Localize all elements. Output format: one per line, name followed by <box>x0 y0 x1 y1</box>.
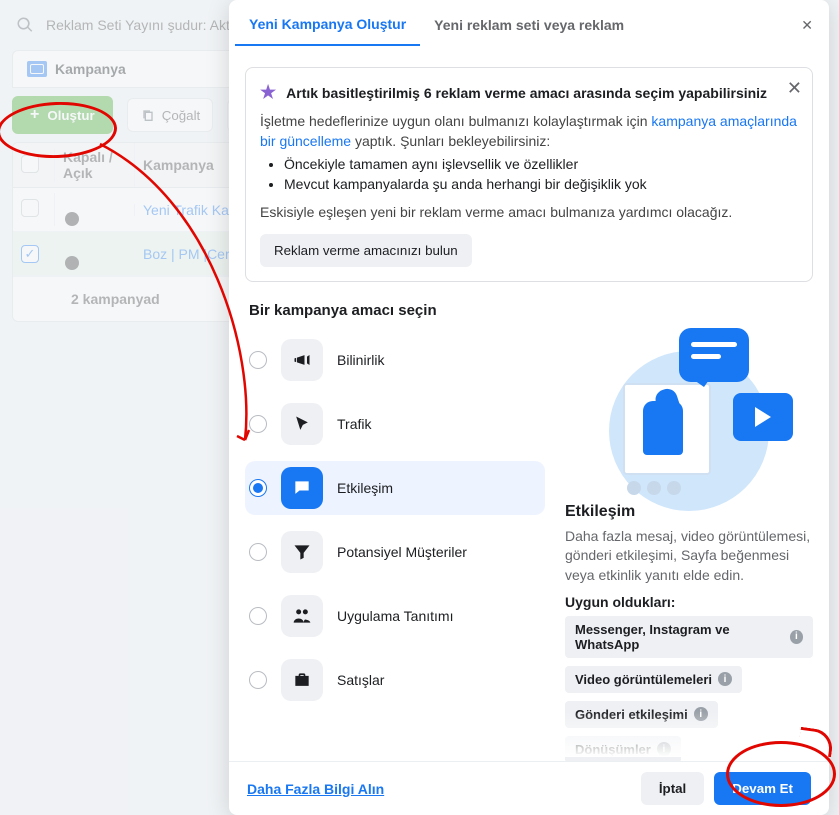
objective-awareness[interactable]: Bilinirlik <box>245 333 545 387</box>
banner-title: Artık basitleştirilmiş 6 reklam verme am… <box>286 85 767 101</box>
learn-more-link[interactable]: Daha Fazla Bilgi Alın <box>247 781 384 797</box>
objective-app[interactable]: Uygulama Tanıtımı <box>245 589 545 643</box>
chip: Dönüşümleri <box>565 736 681 761</box>
continue-button[interactable]: Devam Et <box>714 772 811 805</box>
goodfor-label: Uygun oldukları: <box>565 594 813 610</box>
chat-icon <box>292 478 312 498</box>
objective-label: Potansiyel Müşteriler <box>337 544 467 560</box>
list-item: Mevcut kampanyalarda şu anda herhangi bi… <box>284 176 798 192</box>
megaphone-icon <box>292 350 312 370</box>
info-icon[interactable]: i <box>657 742 671 756</box>
objective-engagement[interactable]: Etkileşim <box>245 461 545 515</box>
radio[interactable] <box>249 479 267 497</box>
info-icon[interactable]: i <box>718 672 732 686</box>
banner-text: İşletme hedeflerinize uygun olanı bulman… <box>260 111 798 152</box>
goodfor-chips: Messenger, Instagram ve WhatsAppi Video … <box>565 616 813 761</box>
objective-sales[interactable]: Satışlar <box>245 653 545 707</box>
close-icon[interactable]: ✕ <box>791 7 823 44</box>
banner-list: Öncekiyle tamamen aynı işlevsellik ve öz… <box>284 156 798 192</box>
chip: Gönderi etkileşimii <box>565 701 718 728</box>
people-icon <box>292 606 312 626</box>
section-title: Bir kampanya amacı seçin <box>249 302 813 319</box>
objective-leads[interactable]: Potansiyel Müşteriler <box>245 525 545 579</box>
info-banner: ✕ ★ Artık basitleştirilmiş 6 reklam verm… <box>245 67 813 282</box>
tab-new-campaign[interactable]: Yeni Kampanya Oluştur <box>235 4 420 46</box>
radio[interactable] <box>249 543 267 561</box>
modal-header: Yeni Kampanya Oluştur Yeni reklam seti v… <box>229 0 829 51</box>
briefcase-icon <box>292 670 312 690</box>
radio[interactable] <box>249 671 267 689</box>
objective-detail: Etkileşim Daha fazla mesaj, video görünt… <box>565 333 813 761</box>
star-icon: ★ <box>260 82 276 103</box>
objective-label: Etkileşim <box>337 480 393 496</box>
cursor-icon <box>292 414 312 434</box>
objective-traffic[interactable]: Trafik <box>245 397 545 451</box>
chip: Messenger, Instagram ve WhatsAppi <box>565 616 813 658</box>
radio[interactable] <box>249 415 267 433</box>
info-icon[interactable]: i <box>790 630 803 644</box>
detail-desc: Daha fazla mesaj, video görüntülemesi, g… <box>565 527 813 586</box>
info-icon[interactable]: i <box>694 707 708 721</box>
chip: Video görüntülemelerii <box>565 666 742 693</box>
radio[interactable] <box>249 607 267 625</box>
objective-label: Bilinirlik <box>337 352 384 368</box>
objective-label: Uygulama Tanıtımı <box>337 608 453 624</box>
objective-label: Satışlar <box>337 672 384 688</box>
cancel-button[interactable]: İptal <box>641 772 704 805</box>
funnel-icon <box>292 542 312 562</box>
modal-footer: Daha Fazla Bilgi Alın İptal Devam Et <box>229 761 829 815</box>
list-item: Öncekiyle tamamen aynı işlevsellik ve öz… <box>284 156 798 172</box>
objective-list: Bilinirlik Trafik Etkileşim Potansiyel M… <box>245 333 545 761</box>
create-campaign-modal: Yeni Kampanya Oluştur Yeni reklam seti v… <box>229 0 829 815</box>
objective-label: Trafik <box>337 416 371 432</box>
engagement-illustration <box>599 333 779 493</box>
banner-text-2: Eskisiyle eşleşen yeni bir reklam verme … <box>260 202 798 222</box>
tab-new-adset[interactable]: Yeni reklam seti veya reklam <box>420 5 638 45</box>
find-objective-button[interactable]: Reklam verme amacınızı bulun <box>260 234 472 267</box>
radio[interactable] <box>249 351 267 369</box>
banner-close-icon[interactable]: ✕ <box>787 78 802 99</box>
